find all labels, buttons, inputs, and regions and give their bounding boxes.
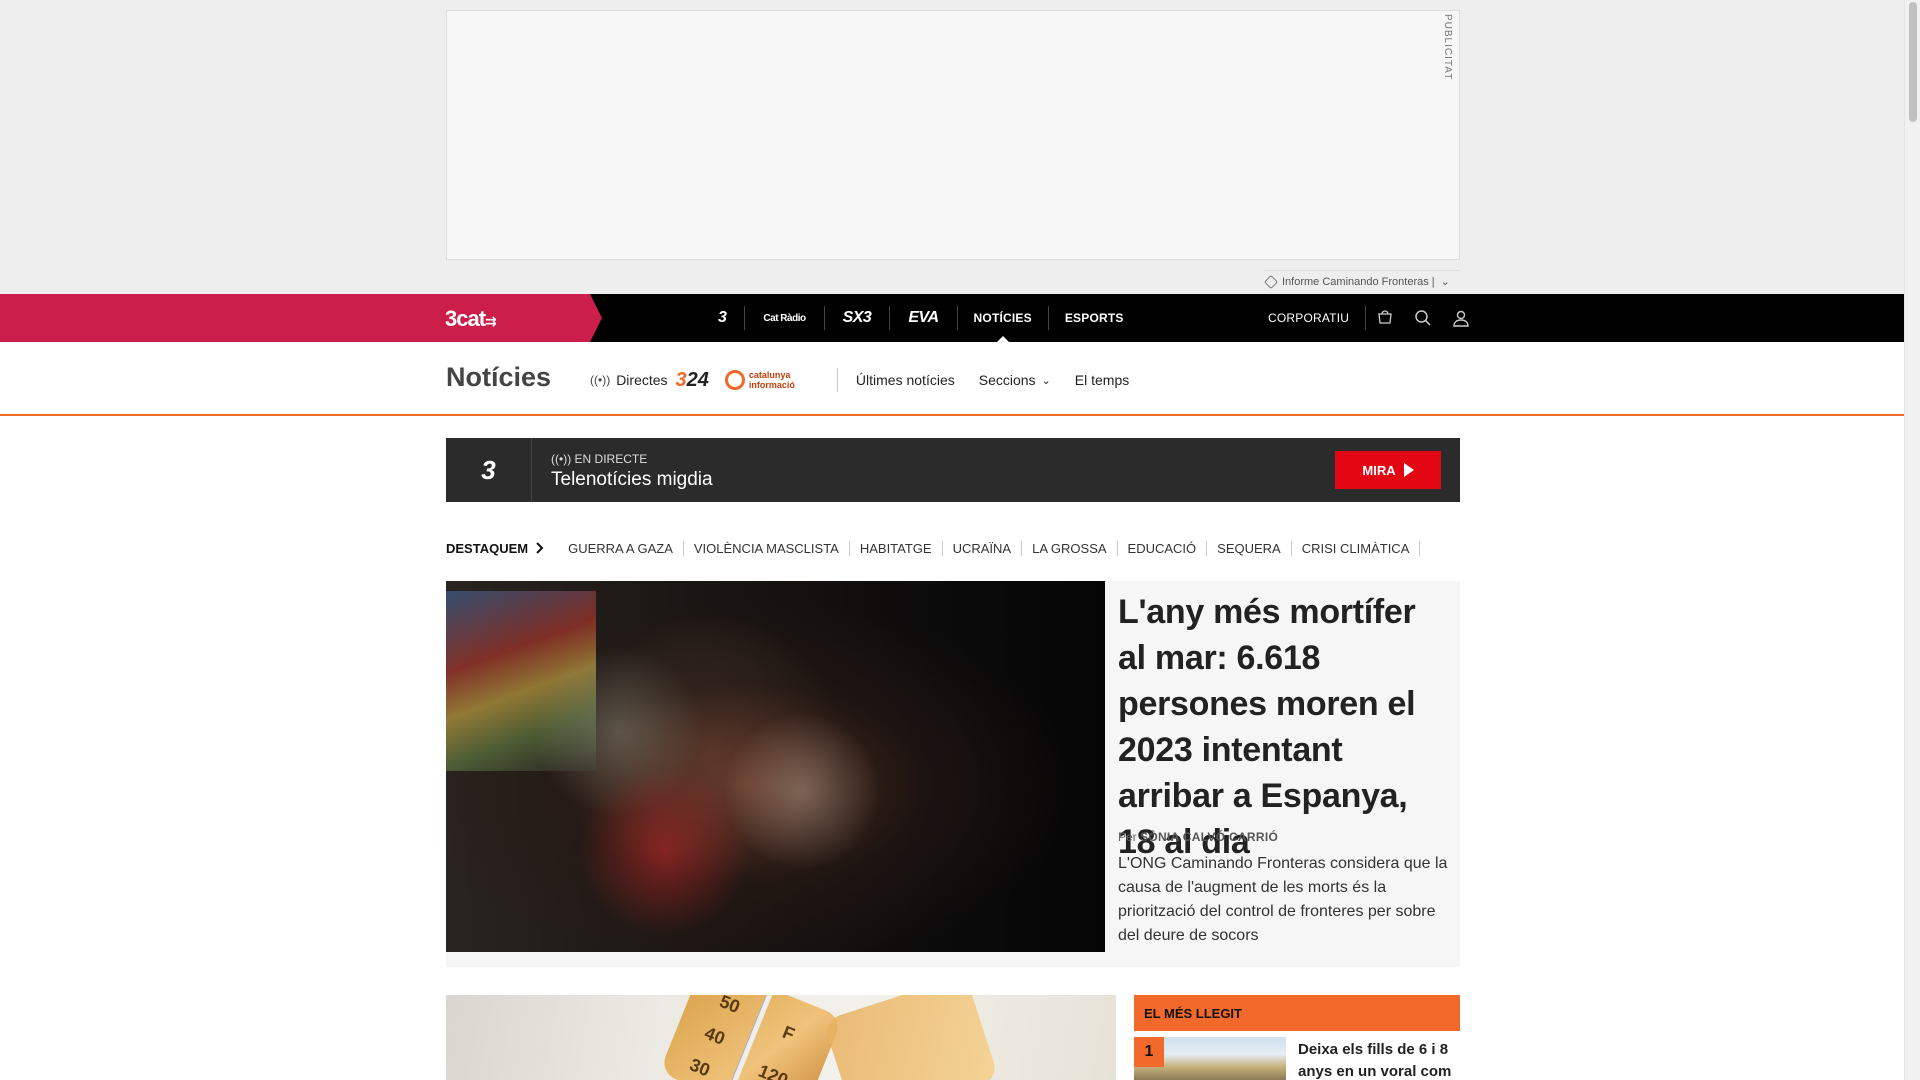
nav-corporatiu[interactable]: CORPORATIU [1252,306,1367,330]
ad-report-text: Informe Caminando Fronteras | [1282,275,1435,288]
highlight-link[interactable]: GUERRA A GAZA [558,540,684,556]
secondary-article-image[interactable]: 50 40 30 F 120 [446,995,1116,1080]
highlight-link[interactable]: SEQUERA [1207,540,1292,556]
logo-324[interactable]: 324 [676,369,709,392]
sub-nav-ultimes[interactable]: Últimes notícies [856,372,955,388]
logo-catalunya-informacio-text: catalunya informació [748,370,795,390]
featured-description: L'ONG Caminando Fronteras considera que … [1118,855,1448,944]
most-read-title[interactable]: Deixa els fills de 6 i 8 anys en un vora… [1298,1039,1460,1080]
featured-headline[interactable]: L'any més mortífer al mar: 6.618 persone… [1118,589,1448,865]
divider [836,368,838,392]
highlights-label-text: DESTAQUEM [446,540,529,556]
nav-esports[interactable]: ESPORTS [1049,306,1140,330]
channel-eva[interactable]: EVA [890,306,958,330]
featured-article[interactable]: L'any més mortífer al mar: 6.618 persone… [446,581,1460,967]
highlight-link[interactable]: UCRAÏNA [943,540,1023,556]
ad-label: PUBLICITAT [1442,14,1453,81]
highlight-link[interactable]: VIOLÈNCIA MASCLISTA [684,540,850,556]
nav-noticies[interactable]: NOTÍCIES [958,306,1049,342]
user-icon[interactable] [1442,294,1480,342]
most-read-header: EL MÉS LLEGIT [1134,995,1460,1031]
top-navigation: 3cat⇉ 3 Cat Ràdio SX3 EVA NOTÍCIES ESPOR… [0,294,1904,342]
channel-sx3[interactable]: SX3 [825,306,891,330]
channel-list: 3 Cat Ràdio SX3 EVA NOTÍCIES ESPORTS [700,294,1140,342]
search-icon[interactable] [1404,294,1442,342]
logo-324-suffix: 24 [686,368,709,391]
thermo-number: 30 [686,1054,713,1080]
most-read-rank: 1 [1134,1037,1164,1067]
channel-catradio[interactable]: Cat Ràdio [745,306,825,330]
catinfo-icon [724,370,745,390]
thermometer-graphic: 50 40 30 F 120 [658,995,844,1080]
highlights-label: DESTAQUEM [446,541,544,556]
broadcast-icon: ((•)) [590,373,611,387]
brand-area [0,294,602,342]
highlight-link[interactable]: LA GROSSA [1022,540,1118,556]
directes-link[interactable]: Directes [616,372,667,388]
live-program-title[interactable]: Telenotícies migdia [551,469,713,491]
watch-button-label: MIRA [1362,462,1396,478]
sub-navigation: ((•)) Directes 324 catalunya informació … [590,364,1153,396]
author-name[interactable]: SÒNIA CALVÓ CARRIÓ [1140,830,1278,844]
scrollbar-thumb[interactable] [1909,2,1917,122]
live-label-text: EN DIRECTE [574,452,648,466]
ad-banner[interactable] [446,10,1460,260]
channel-tv3[interactable]: 3 [700,306,746,330]
brand-arrow-icon: ⇉ [485,313,497,329]
watch-button[interactable]: MIRA [1335,451,1441,489]
featured-author: Per SÒNIA CALVÓ CARRIÓ [1118,830,1278,844]
tag-icon [1263,274,1279,289]
chevron-down-icon: ⌄ [1041,374,1051,387]
brand-logo-text: 3cat [445,306,486,331]
thermo-number: 120 [755,1060,791,1080]
thermo-number: 40 [701,1022,728,1049]
ad-zone: PUBLICITAT Informe Caminando Fronteras |… [0,0,1904,294]
scrollbar[interactable] [1904,0,1920,1080]
sub-nav-seccions-label: Seccions [978,372,1036,388]
thermo-number: 50 [716,995,743,1018]
chevron-right-icon [536,542,544,554]
brand-logo[interactable]: 3cat⇉ [445,306,497,332]
ad-report-link[interactable]: Informe Caminando Fronteras | ⌄ [1263,270,1460,292]
sub-nav-el-temps[interactable]: El temps [1075,372,1129,388]
thermo-number: F [779,1021,798,1045]
highlight-link[interactable]: CRISI CLIMÀTICA [1292,540,1421,556]
page-title[interactable]: Notícies [446,362,551,393]
live-label: ((•)) EN DIRECTE [551,452,647,466]
highlights-bar: DESTAQUEM GUERRA A GAZA VIOLÈNCIA MASCLI… [446,540,1421,556]
most-read-item[interactable]: 1 Deixa els fills de 6 i 8 anys en un vo… [1134,1037,1460,1080]
live-bar: 3 ((•)) EN DIRECTE Telenotícies migdia M… [446,438,1460,502]
logo-catalunya-informacio[interactable]: catalunya informació [724,370,819,390]
highlight-link[interactable]: HABITATGE [850,540,943,556]
corporate-area: CORPORATIU [1252,294,1480,342]
cart-icon[interactable] [1366,294,1404,342]
tv3-logo[interactable]: 3 [446,438,532,502]
broadcast-icon: ((•)) [551,452,572,466]
play-icon [1403,463,1414,477]
highlight-link[interactable]: EDUCACIÓ [1118,540,1208,556]
section-header: Notícies ((•)) Directes 324 catalunya in… [0,342,1904,416]
chevron-down-icon: ⌄ [1440,276,1450,288]
crowd-shape [526,641,986,941]
featured-image[interactable] [446,581,1105,952]
logo-324-prefix: 3 [675,368,687,391]
thermometer-graphic-2 [822,995,1000,1080]
author-prefix: Per [1118,830,1137,844]
sub-nav-seccions[interactable]: Seccions ⌄ [979,372,1051,388]
